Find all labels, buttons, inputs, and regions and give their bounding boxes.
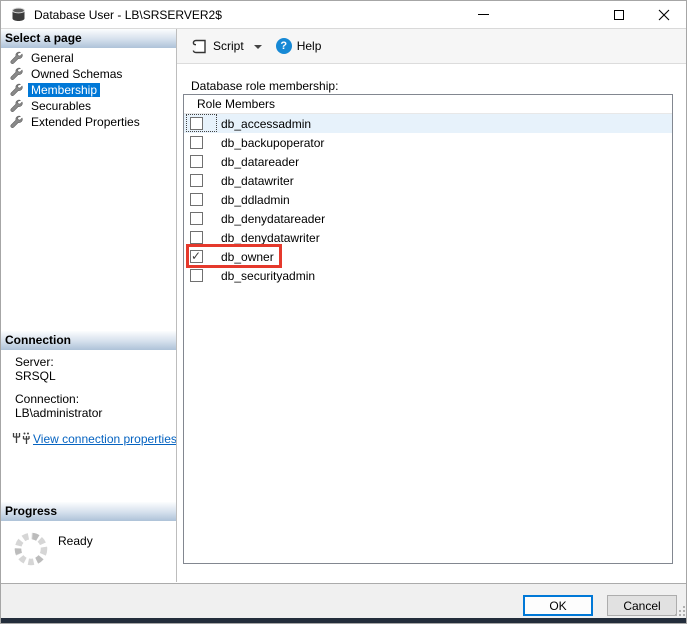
role-name-label: db_denydatawriter bbox=[221, 230, 320, 245]
role-name-label: db_denydatareader bbox=[221, 211, 326, 226]
role-checkbox[interactable] bbox=[190, 155, 203, 168]
maximize-icon bbox=[614, 9, 624, 20]
role-row[interactable]: db_backupoperator bbox=[184, 133, 672, 152]
minimize-button[interactable] bbox=[467, 1, 499, 28]
role-row[interactable]: db_datawriter bbox=[184, 171, 672, 190]
role-name-label: db_datawriter bbox=[221, 173, 294, 188]
role-checkbox[interactable] bbox=[190, 269, 203, 282]
sidebar-item-membership[interactable]: Membership bbox=[1, 82, 176, 98]
script-button[interactable]: Script bbox=[187, 34, 272, 58]
connection-value: LB\administrator bbox=[15, 406, 103, 420]
sidebar-item-general[interactable]: General bbox=[1, 50, 176, 66]
ok-button[interactable]: OK bbox=[523, 595, 593, 616]
role-members-column-header[interactable]: Role Members bbox=[184, 95, 672, 114]
role-row[interactable]: db_ddladmin bbox=[184, 190, 672, 209]
maximize-button[interactable] bbox=[603, 1, 635, 28]
sidebar-item-owned-schemas[interactable]: Owned Schemas bbox=[1, 66, 176, 82]
database-icon bbox=[12, 7, 25, 21]
close-button[interactable] bbox=[648, 1, 680, 28]
view-connection-properties-link[interactable]: View connection properties bbox=[33, 432, 177, 446]
connection-header: Connection bbox=[1, 331, 176, 350]
window-bottom-edge bbox=[1, 618, 686, 623]
database-user-dialog: Database User - LB\SRSERVER2$ Select a p… bbox=[0, 0, 687, 624]
progress-header: Progress bbox=[1, 502, 176, 521]
progress-spinner-icon bbox=[14, 532, 48, 566]
progress-status: Ready bbox=[58, 534, 93, 548]
role-name-label: db_datareader bbox=[221, 154, 300, 169]
role-name-label: db_backupoperator bbox=[221, 135, 325, 150]
server-value: SRSQL bbox=[15, 369, 56, 383]
sidebar-items: General Owned Schemas Membership Securab… bbox=[1, 50, 176, 130]
role-row[interactable]: db_datareader bbox=[184, 152, 672, 171]
role-checkbox[interactable] bbox=[190, 193, 203, 206]
script-button-label: Script bbox=[213, 39, 244, 53]
close-icon bbox=[658, 9, 670, 20]
sidebar-item-label: General bbox=[31, 51, 74, 65]
wrench-icon bbox=[10, 83, 23, 96]
toolbar: Script ? Help bbox=[177, 29, 686, 64]
role-name-label: db_ddladmin bbox=[221, 192, 290, 207]
role-checkbox[interactable] bbox=[190, 249, 203, 263]
main-panel: Database role membership: Role Members d… bbox=[177, 64, 686, 582]
titlebar: Database User - LB\SRSERVER2$ bbox=[1, 1, 686, 29]
role-name-label: db_owner bbox=[221, 249, 274, 264]
role-name-label: db_accessadmin bbox=[221, 116, 312, 131]
window-title: Database User - LB\SRSERVER2$ bbox=[34, 8, 222, 22]
sidebar: Select a page General Owned Schemas Memb… bbox=[1, 29, 177, 582]
role-checkbox[interactable] bbox=[190, 212, 203, 225]
role-checkbox[interactable] bbox=[190, 136, 203, 149]
sidebar-item-extended-properties[interactable]: Extended Properties bbox=[1, 114, 176, 130]
cancel-button[interactable]: Cancel bbox=[607, 595, 677, 616]
resize-grip[interactable] bbox=[675, 606, 685, 616]
role-name-label: db_securityadmin bbox=[221, 268, 316, 283]
footer: OK Cancel bbox=[1, 583, 686, 618]
connection-properties-icon bbox=[12, 432, 30, 444]
role-row[interactable]: db_accessadmin bbox=[184, 114, 672, 133]
help-button-label: Help bbox=[296, 39, 322, 53]
role-members-list[interactable]: Role Members db_accessadmin db_backupope… bbox=[183, 94, 673, 564]
sidebar-item-label: Membership bbox=[28, 83, 101, 97]
wrench-icon bbox=[10, 115, 23, 128]
help-button[interactable]: ? Help bbox=[272, 34, 326, 58]
wrench-icon bbox=[10, 99, 23, 112]
role-row[interactable]: db_denydatawriter bbox=[184, 228, 672, 247]
role-checkbox[interactable] bbox=[190, 174, 203, 187]
sidebar-item-label: Extended Properties bbox=[31, 115, 140, 129]
connection-label: Connection: bbox=[15, 392, 80, 406]
role-row[interactable]: db_securityadmin bbox=[184, 266, 672, 285]
progress-panel: Ready bbox=[1, 525, 176, 567]
script-icon bbox=[192, 39, 206, 53]
wrench-icon bbox=[10, 67, 23, 80]
sidebar-item-label: Owned Schemas bbox=[31, 67, 123, 81]
role-checkbox[interactable] bbox=[190, 117, 203, 130]
select-a-page-header: Select a page bbox=[1, 29, 176, 48]
role-rows: db_accessadmin db_backupoperator db_data… bbox=[184, 114, 672, 285]
minimize-icon bbox=[477, 14, 489, 15]
database-role-membership-label: Database role membership: bbox=[191, 79, 339, 93]
server-label: Server: bbox=[15, 355, 54, 369]
help-icon: ? bbox=[275, 38, 292, 54]
wrench-icon bbox=[10, 51, 23, 64]
script-dropdown-icon[interactable] bbox=[253, 45, 262, 49]
sidebar-item-label: Securables bbox=[31, 99, 92, 113]
role-row[interactable]: db_owner bbox=[184, 244, 672, 268]
role-checkbox[interactable] bbox=[190, 231, 203, 244]
connection-panel: Server: SRSQL Connection: LB\administrat… bbox=[1, 355, 177, 446]
role-row[interactable]: db_denydatareader bbox=[184, 209, 672, 228]
sidebar-item-securables[interactable]: Securables bbox=[1, 98, 176, 114]
